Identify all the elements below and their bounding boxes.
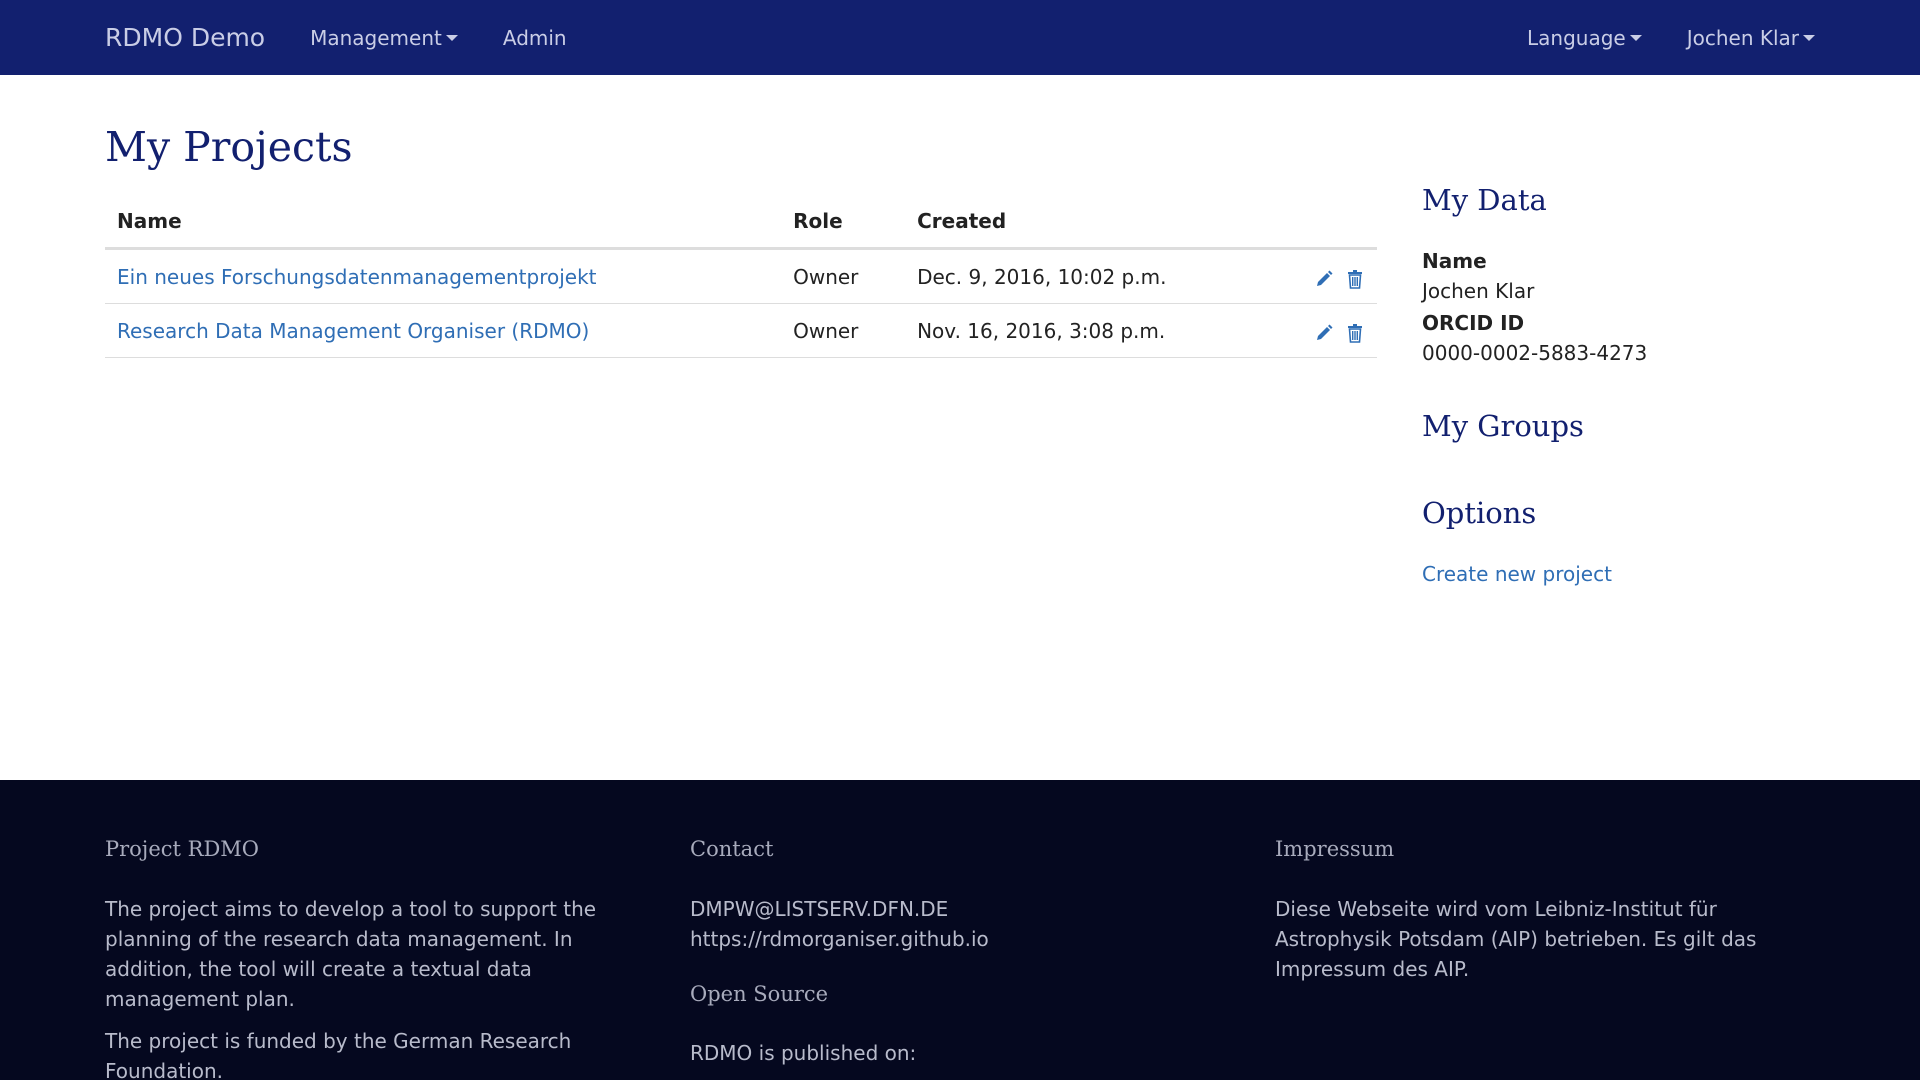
admin-link[interactable]: Admin: [503, 26, 567, 50]
column-header-created: Created: [905, 201, 1270, 250]
open-source-text: RDMO is published on:: [690, 1041, 917, 1065]
page-title: My Projects: [105, 123, 353, 171]
name-label: Name: [1422, 249, 1487, 273]
pencil-icon[interactable]: [1314, 269, 1334, 289]
orcid-label: ORCID ID: [1422, 311, 1525, 335]
row-actions: [1269, 303, 1377, 358]
admin-link-label: Admin: [502, 25, 567, 50]
footer-impressum-heading: Impressum: [1275, 837, 1395, 861]
column-header-role: Role: [781, 201, 906, 250]
footer-open-source-heading: Open Source: [690, 982, 829, 1006]
footer-project-column: Project RDMO The project aims to develop…: [105, 837, 645, 1083]
trash-icon[interactable]: [1345, 323, 1365, 343]
create-project-link[interactable]: Create new project: [1422, 562, 1812, 586]
footer-project-text: The project aims to develop a tool to su…: [105, 897, 597, 1011]
orcid-value: 0000-0002-5883-4273: [1422, 341, 1648, 365]
management-menu-label: Management: [310, 25, 442, 50]
project-created: Nov. 16, 2016, 3:08 p.m.: [905, 303, 1270, 358]
my-groups-heading: My Groups: [1422, 409, 1584, 443]
table-row: Ein neues Forschungsdatenmanagementproje…: [105, 248, 1377, 304]
footer-funding-text: The project is funded by the German Rese…: [105, 1029, 572, 1083]
row-actions: [1269, 248, 1377, 304]
caret-down-icon: [445, 34, 458, 41]
language-menu[interactable]: Language: [1527, 26, 1642, 50]
main-content: My Projects Name Role Created Ein neues …: [0, 75, 1920, 780]
projects-section: My Projects Name Role Created Ein neues …: [105, 75, 1377, 780]
project-created: Dec. 9, 2016, 10:02 p.m.: [905, 248, 1270, 304]
caret-down-icon: [1629, 34, 1642, 41]
project-role: Owner: [781, 303, 906, 358]
trash-icon[interactable]: [1345, 269, 1365, 289]
footer-contact-heading: Contact: [690, 837, 774, 861]
footer: Project RDMO The project aims to develop…: [0, 780, 1920, 1083]
navbar: RDMO Demo Management Admin Language Joch…: [0, 0, 1920, 75]
options-heading: Options: [1422, 496, 1537, 530]
project-link[interactable]: Ein neues Forschungsdatenmanagementproje…: [117, 265, 597, 289]
my-data-heading: My Data: [1422, 183, 1547, 217]
project-role: Owner: [781, 248, 906, 304]
footer-contact-column: Contact DMPW@LISTSERV.DFN.DE https://rdm…: [690, 837, 1230, 1080]
projects-table: Name Role Created Ein neues Forschungsda…: [105, 201, 1377, 358]
footer-impressum-column: Impressum Diese Webseite wird vom Leibni…: [1275, 837, 1815, 1080]
name-value: Jochen Klar: [1422, 279, 1535, 303]
table-row: Research Data Management Organiser (RDMO…: [105, 303, 1377, 358]
column-header-name: Name: [105, 201, 782, 250]
management-menu[interactable]: Management: [310, 26, 458, 50]
caret-down-icon: [1803, 34, 1815, 41]
contact-url-link[interactable]: https://rdmorganiser.github.io: [690, 924, 1230, 954]
sidebar: My Data Name Jochen Klar ORCID ID 0000-0…: [1422, 75, 1812, 780]
user-menu[interactable]: Jochen Klar: [1687, 26, 1815, 50]
column-header-actions: [1269, 201, 1377, 250]
language-menu-label: Language: [1527, 25, 1626, 50]
table-header-row: Name Role Created: [105, 201, 1377, 250]
footer-project-heading: Project RDMO: [105, 837, 259, 861]
pencil-icon[interactable]: [1314, 323, 1334, 343]
navbar-right: Language Jochen Klar: [1527, 26, 1815, 50]
contact-email-link[interactable]: DMPW@LISTSERV.DFN.DE: [690, 894, 1230, 924]
user-menu-label: Jochen Klar: [1686, 25, 1799, 50]
project-link[interactable]: Research Data Management Organiser (RDMO…: [117, 319, 589, 343]
brand-link[interactable]: RDMO Demo: [105, 23, 265, 52]
impressum-text: Diese Webseite wird vom Leibniz-Institut…: [1275, 897, 1757, 981]
